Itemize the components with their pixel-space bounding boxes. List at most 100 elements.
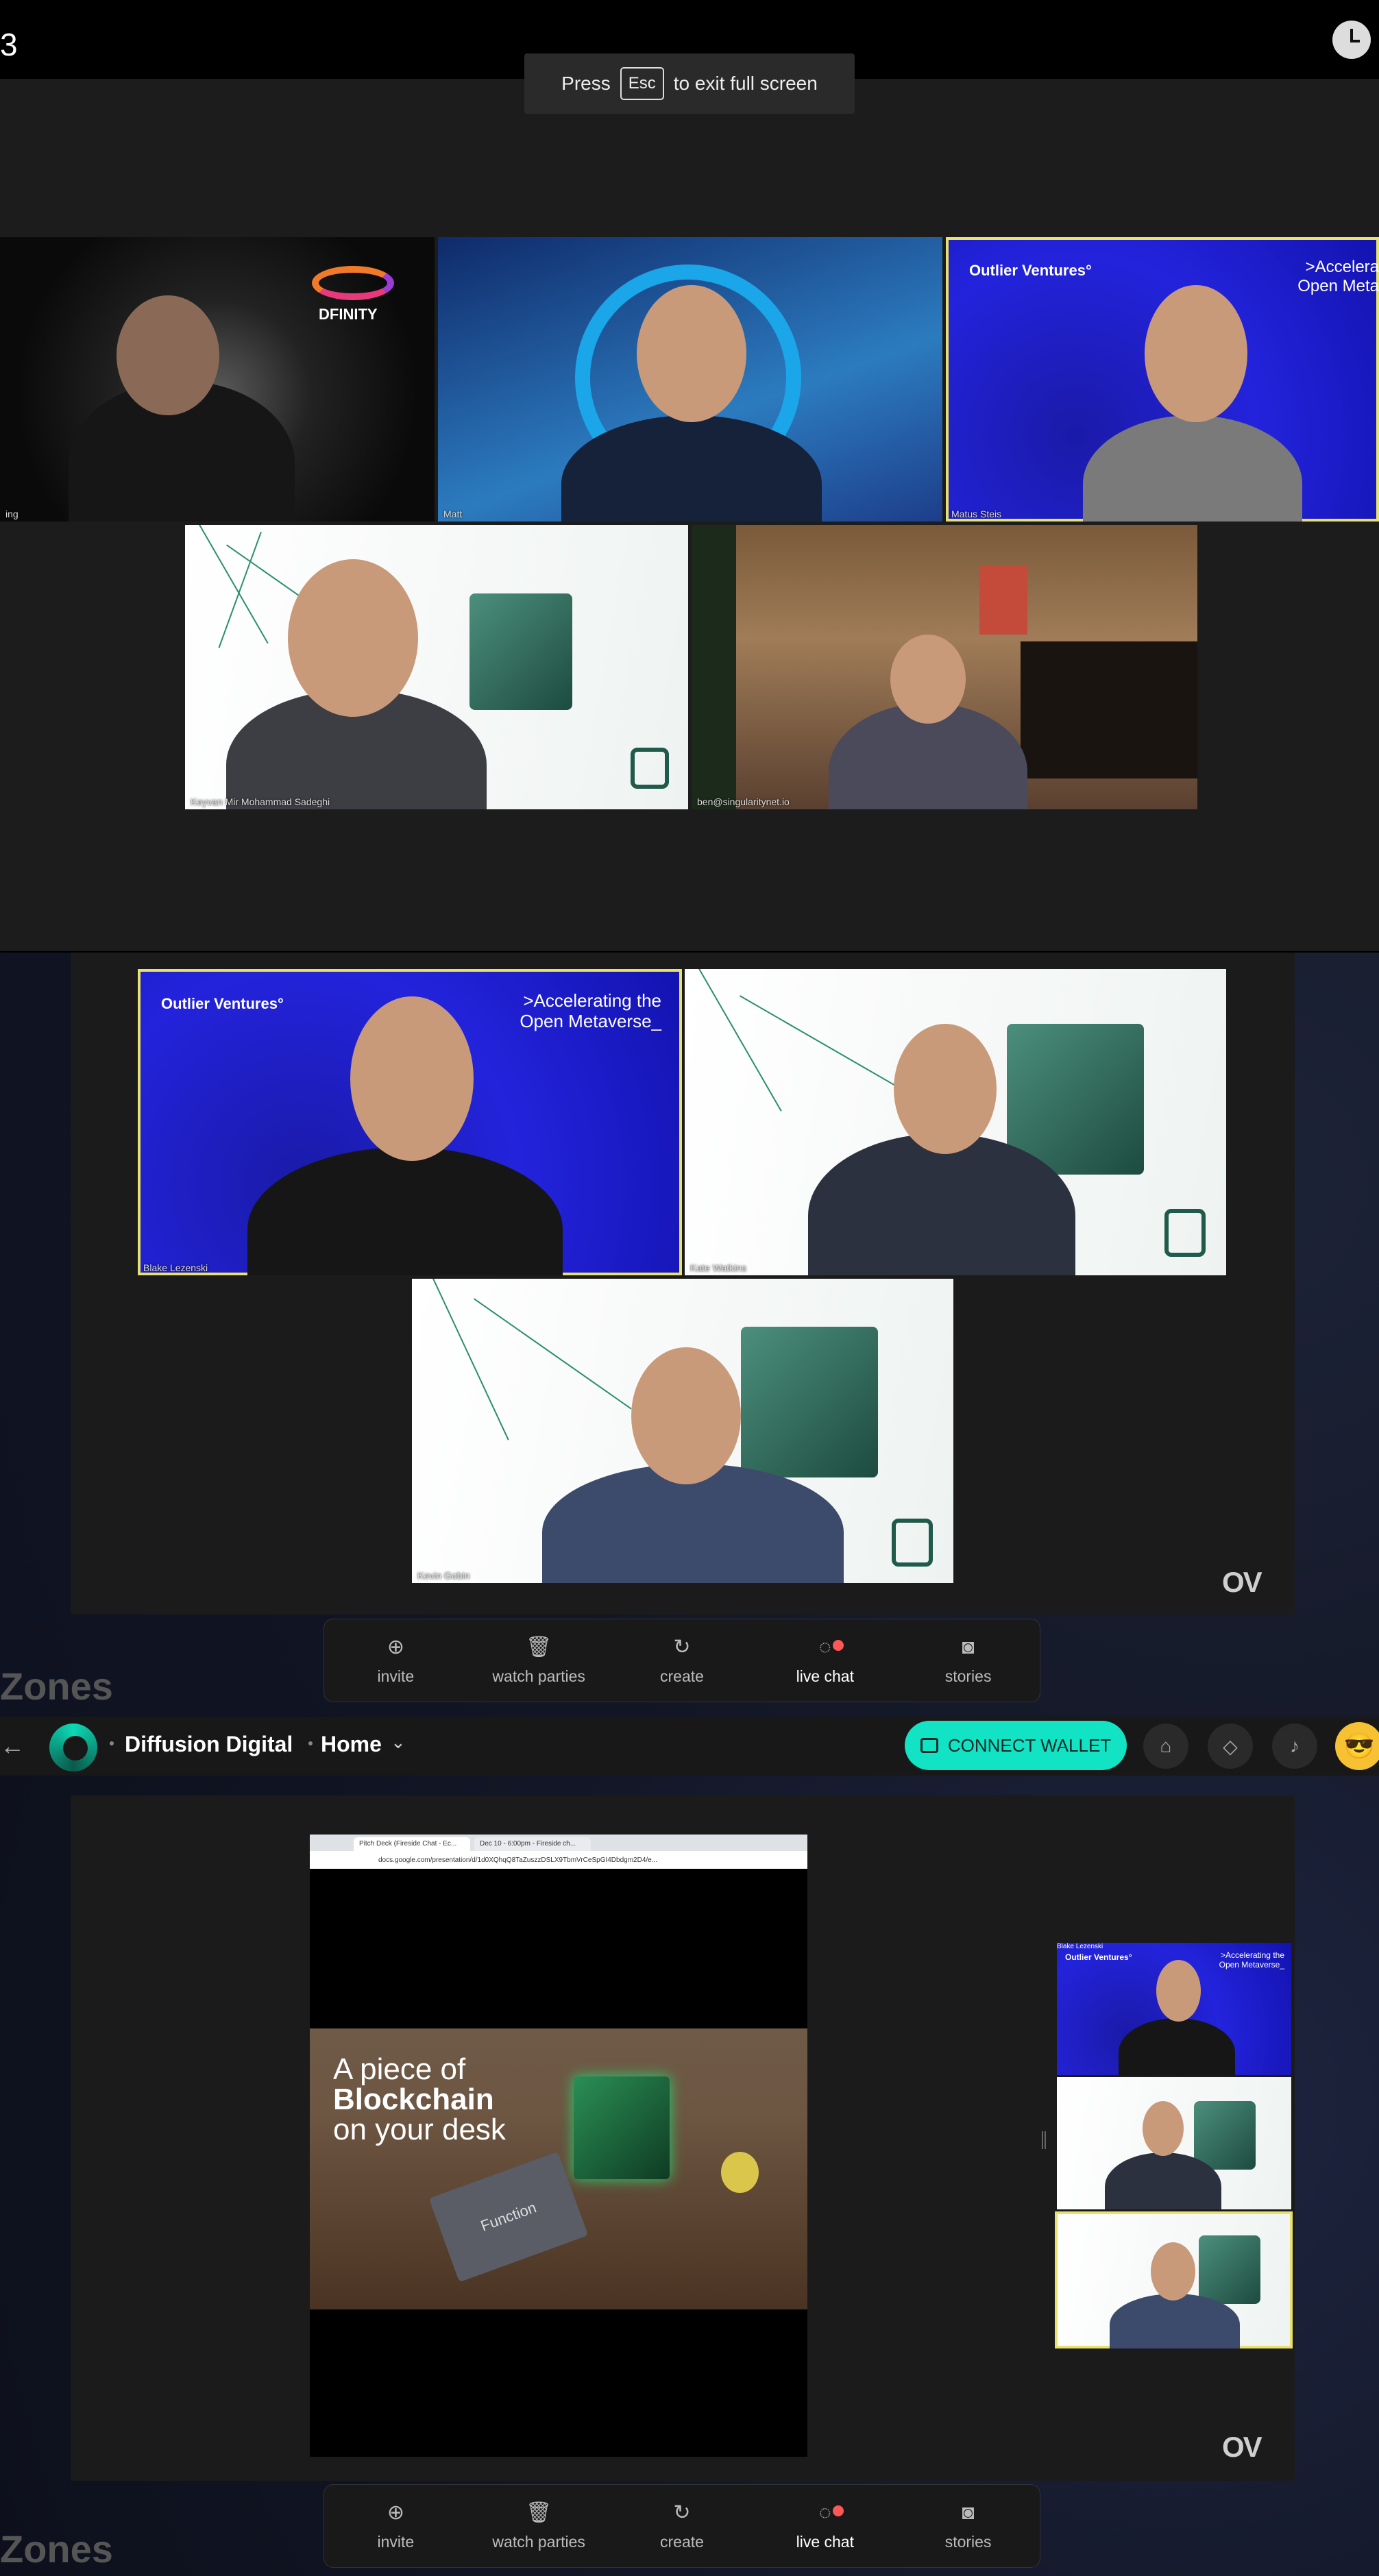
ov-logo: OV <box>1222 2431 1262 2463</box>
notification-dot <box>832 1639 844 1651</box>
plus-circle-icon: ⊕ <box>387 2501 404 2524</box>
server-cube-icon <box>741 1327 878 1477</box>
dock-label: stories <box>944 2532 992 2551</box>
brand-name[interactable]: Diffusion Digital <box>125 1732 293 1757</box>
dock-stories[interactable]: ◙ stories <box>907 1636 1030 1686</box>
dock-invite[interactable]: ⊕ invite <box>334 2501 457 2551</box>
shared-screen[interactable]: Pitch Deck (Fireside Chat - Ec... Dec 10… <box>310 1835 807 2457</box>
piano <box>1021 641 1197 778</box>
screen: 3 Press Esc to exit full screen DFINITY … <box>0 0 1379 2576</box>
video-tile-active[interactable]: Outlier Ventures° >Accelerating the Open… <box>138 969 682 1275</box>
bottom-dock: ⊕ invite 🗑 watch parties ↻ create ◌ live… <box>324 1619 1040 1702</box>
dock-label: live chat <box>796 1667 854 1685</box>
participant-name: Matus Steis <box>951 508 1002 519</box>
server-cube-icon <box>1194 2101 1256 2170</box>
connect-wallet-label: CONNECT WALLET <box>947 1734 1112 1756</box>
headline: >Accelerating the Open Metaverse_ <box>1219 1950 1284 1970</box>
participant-name: Matt <box>443 508 463 519</box>
connect-wallet-button[interactable]: CONNECT WALLET <box>905 1721 1127 1770</box>
esc-key: Esc <box>620 67 664 100</box>
browser-tab[interactable]: Dec 10 - 6:00pm - Fireside ch... <box>474 1837 591 1851</box>
door-panel <box>692 525 736 809</box>
participant-name: ing <box>5 508 19 519</box>
participant-head <box>117 295 219 415</box>
plant-pot <box>721 2152 759 2193</box>
esc-press-text: Press <box>561 73 611 94</box>
dock-live-chat[interactable]: ◌ live chat <box>764 1636 887 1686</box>
video-tile[interactable]: Matt <box>438 237 942 522</box>
dfinity-wordmark: DFINITY <box>319 306 378 323</box>
slide-title: A piece of Blockchain on your desk <box>333 2054 506 2145</box>
video-tile[interactable]: Kevin Gobin <box>412 1279 953 1583</box>
video-tile[interactable]: DFINITY ing <box>0 237 435 522</box>
participant-head <box>350 996 474 1161</box>
network-line <box>474 1298 632 1410</box>
esc-rest-text: to exit full screen <box>673 73 818 94</box>
dock-invite[interactable]: ⊕ invite <box>334 1636 457 1686</box>
tag-icon[interactable]: ◇ <box>1208 1724 1253 1769</box>
participant-head <box>894 1024 997 1154</box>
ov-logo: OV <box>1222 1566 1262 1598</box>
slide-line-1: A piece of <box>333 2052 466 2086</box>
participant-head <box>1145 285 1247 422</box>
outlier-brand: Outlier Ventures° <box>969 262 1092 279</box>
chat-icon: ◌ <box>814 2501 844 2525</box>
bell-icon[interactable]: ♪ <box>1272 1724 1317 1769</box>
participant-body <box>1119 2018 1235 2075</box>
dock-label: create <box>660 1667 704 1685</box>
participant-name: Blake Lezenski <box>143 1262 208 1273</box>
trash-icon: 🗑 <box>526 2501 552 2524</box>
participant-head <box>1151 2242 1195 2301</box>
participant-body <box>247 1147 563 1275</box>
dock-live-chat[interactable]: ◌ live chat <box>764 2501 887 2551</box>
dfinity-logo-icon <box>312 266 394 300</box>
brand-logo-icon[interactable] <box>49 1724 97 1771</box>
slide: A piece of Blockchain on your desk Funct… <box>310 2028 807 2309</box>
participant-name: Blake Lezenski <box>1057 1943 1103 1950</box>
avatar[interactable]: 😎 <box>1335 1722 1379 1770</box>
video-tile-active[interactable]: Outlier Ventures° >Accelera Open Meta Ma… <box>946 237 1379 522</box>
video-tile[interactable]: ben@singularitynet.io <box>692 525 1197 809</box>
participant-name: Kevin Gobin <box>1055 2211 1093 2219</box>
exit-fullscreen-toast: Press Esc to exit full screen <box>524 53 855 114</box>
browser-tab-bar: Pitch Deck (Fireside Chat - Ec... Dec 10… <box>310 1835 807 1851</box>
outlier-brand: Outlier Ventures° <box>161 995 284 1012</box>
side-thumb[interactable]: Kate Watkins <box>1057 2077 1291 2209</box>
wallet-icon <box>920 1738 938 1753</box>
network-line <box>218 532 262 648</box>
network-line <box>698 969 782 1112</box>
dock-watch-parties[interactable]: 🗑 watch parties <box>477 1636 600 1686</box>
fullscreen-meeting-section: 3 Press Esc to exit full screen DFINITY … <box>0 0 1379 951</box>
browser-tab[interactable]: Pitch Deck (Fireside Chat - Ec... <box>354 1837 470 1851</box>
brand-x-icon <box>892 1519 933 1567</box>
outlier-brand: Outlier Ventures° <box>1065 1952 1132 1962</box>
refresh-icon: ↻ <box>673 2501 691 2524</box>
participant-name: Kate Watkins <box>690 1262 746 1273</box>
dock-label: create <box>660 2532 704 2551</box>
participant-name: ben@singularitynet.io <box>697 796 790 807</box>
browser-url-bar[interactable]: docs.google.com/presentation/d/1d0XQhqQ8… <box>310 1851 807 1869</box>
video-tile[interactable]: Kate Watkins <box>685 969 1226 1275</box>
participant-head <box>1156 1960 1201 2022</box>
dock-create[interactable]: ↻ create <box>620 2501 744 2551</box>
camera-icon: ◙ <box>962 2501 975 2524</box>
dock-watch-parties[interactable]: 🗑 watch parties <box>477 2501 600 2551</box>
side-thumb-active[interactable]: Kevin Gobin <box>1055 2211 1293 2348</box>
dock-label: stories <box>944 1667 992 1685</box>
page-selector[interactable]: Home <box>321 1732 382 1757</box>
chevron-down-icon[interactable]: ⌄ <box>391 1732 406 1753</box>
brand-x-icon <box>1164 1209 1206 1257</box>
basket-icon[interactable]: ⌂ <box>1143 1724 1188 1769</box>
dock-stories[interactable]: ◙ stories <box>907 2501 1030 2551</box>
slide-line-3: on your desk <box>333 2113 506 2146</box>
back-arrow-icon[interactable]: ← <box>0 1732 25 1760</box>
dock-label: invite <box>377 1667 415 1685</box>
notification-dot <box>832 2505 844 2516</box>
slide-line-2: Blockchain <box>333 2083 494 2116</box>
side-thumb[interactable]: Outlier Ventures° >Accelerating the Open… <box>1057 1943 1291 2075</box>
plus-circle-icon: ⊕ <box>387 1636 404 1658</box>
nav-separator <box>308 1741 313 1745</box>
dock-create[interactable]: ↻ create <box>620 1636 744 1686</box>
video-tile[interactable]: Keyvan Mir Mohammad Sadeghi <box>185 525 688 809</box>
resize-handle[interactable] <box>1042 2131 1046 2149</box>
